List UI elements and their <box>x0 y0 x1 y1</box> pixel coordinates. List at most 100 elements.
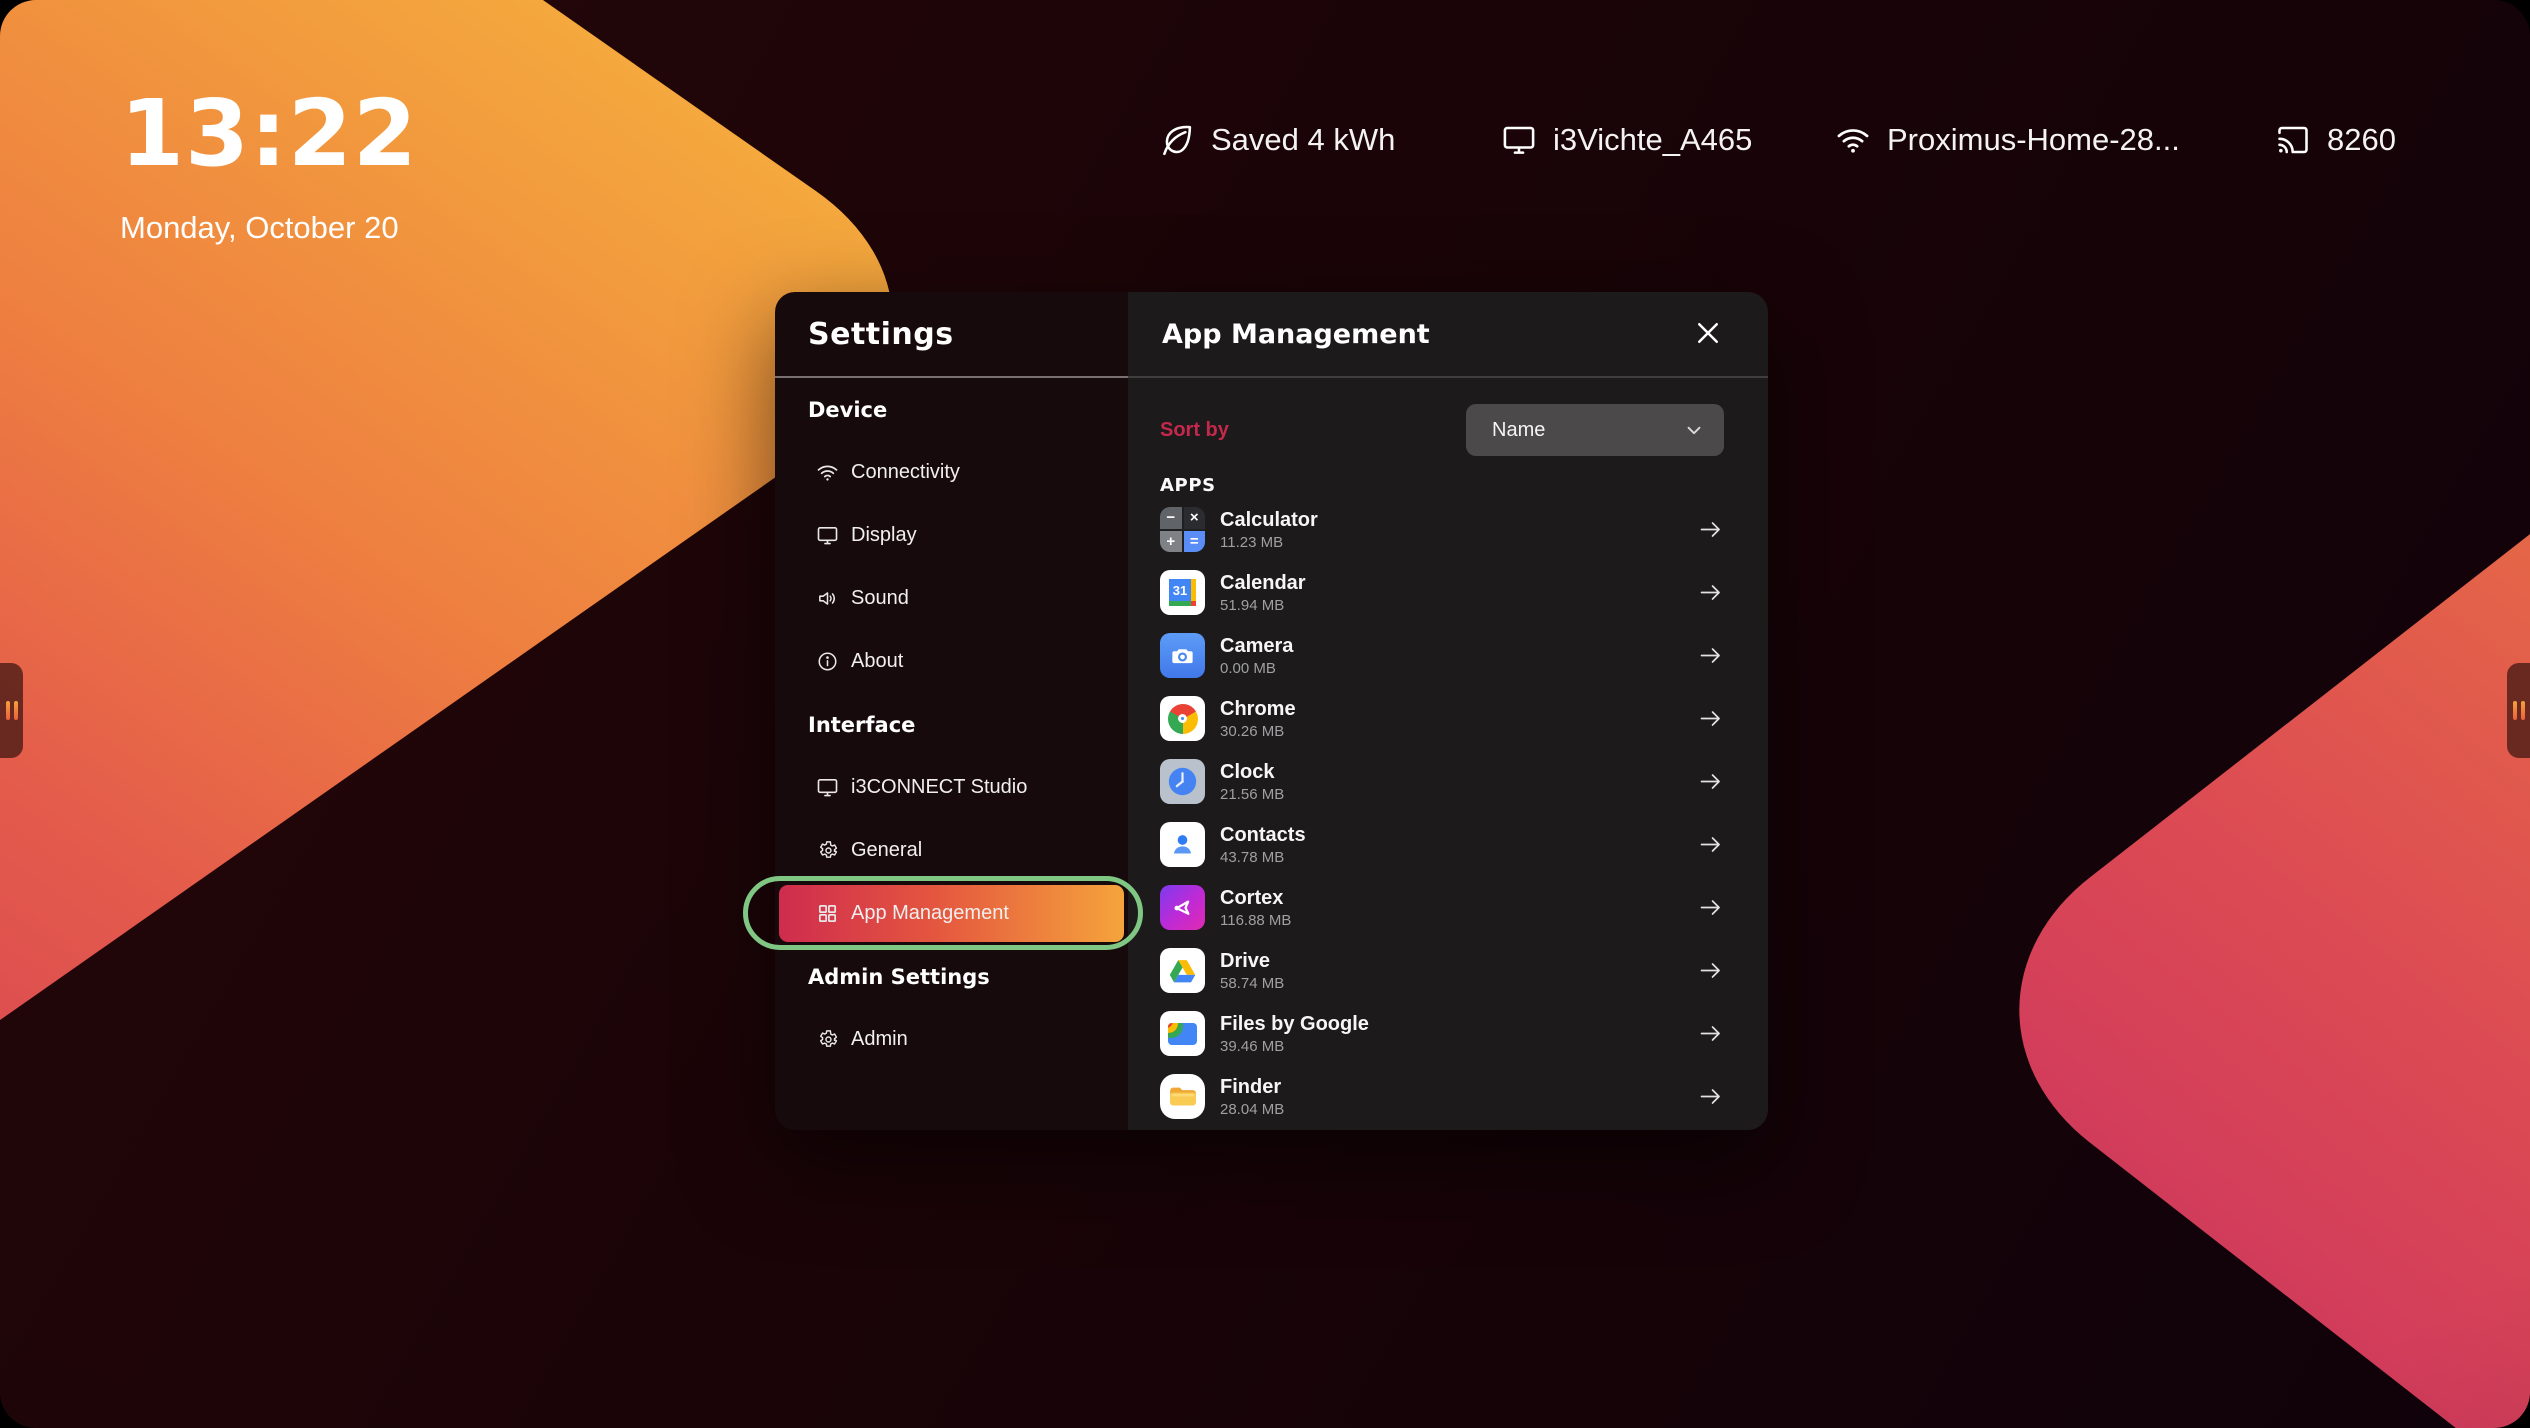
app-size: 43.78 MB <box>1220 850 1306 865</box>
display-icon <box>1500 121 1538 159</box>
sidebar-item-general[interactable]: General <box>775 819 1128 882</box>
chevron-down-icon <box>1682 418 1706 442</box>
sound-icon <box>815 587 839 611</box>
app-meta: Calendar 51.94 MB <box>1220 572 1306 613</box>
arrow-right-icon[interactable] <box>1696 705 1724 733</box>
sidebar-item-display[interactable]: Display <box>775 504 1128 567</box>
sort-dropdown[interactable]: Name <box>1466 404 1724 456</box>
grid-icon <box>815 902 839 926</box>
sidebar-item-sound[interactable]: Sound <box>775 567 1128 630</box>
sidebar-section-admin-settings: Admin Settings <box>775 945 1128 1008</box>
sidebar-item-label: Display <box>851 524 917 547</box>
app-name: Calendar <box>1220 572 1306 594</box>
clock-widget: 13:22 Monday, October 20 <box>120 88 418 246</box>
eco-leaf-icon <box>1158 121 1196 159</box>
app-meta: Clock21.56 MB <box>1220 761 1284 802</box>
app-size: 116.88 MB <box>1220 913 1291 928</box>
app-name: Drive <box>1220 950 1284 972</box>
calculator-app-icon: −×+= <box>1160 507 1205 552</box>
app-name: Chrome <box>1220 698 1296 720</box>
arrow-right-icon[interactable] <box>1696 579 1724 607</box>
app-meta: Drive 58.74 MB <box>1220 950 1284 991</box>
files-app-icon <box>1160 1011 1205 1056</box>
app-meta: Finder 28.04 MB <box>1220 1076 1284 1117</box>
sidebar-item-label: Sound <box>851 587 909 610</box>
app-size: 30.26 MB <box>1220 724 1296 739</box>
close-button[interactable] <box>1686 312 1730 356</box>
status-energy-saved[interactable]: Saved 4 kWh <box>1158 116 1395 164</box>
arrow-right-icon[interactable] <box>1696 516 1724 544</box>
app-size: 58.74 MB <box>1220 976 1284 991</box>
right-edge-pull-handle[interactable] <box>2507 663 2530 758</box>
app-name: Contacts <box>1220 824 1306 846</box>
sidebar-item-connectivity[interactable]: Connectivity <box>775 441 1128 504</box>
app-row-camera[interactable]: Camera0.00 MB <box>1160 624 1724 687</box>
app-row-calculator[interactable]: −×+= Calculator11.23 MB <box>1160 498 1724 561</box>
gear-icon <box>815 1028 839 1052</box>
sidebar-section-device: Device <box>775 378 1128 441</box>
camera-app-icon <box>1160 633 1205 678</box>
wifi-icon <box>815 461 839 485</box>
sidebar-item-label: Connectivity <box>851 461 960 484</box>
settings-dialog: Settings Device Connectivity Display Sound A… <box>775 292 1768 1130</box>
finder-app-icon <box>1160 1074 1205 1119</box>
app-row-cortex[interactable]: Cortex116.88 MB <box>1160 876 1724 939</box>
settings-nav-header: Settings <box>775 292 1128 378</box>
app-row-files-by-google[interactable]: Files by Google39.46 MB <box>1160 1002 1724 1065</box>
app-meta: Camera0.00 MB <box>1220 635 1293 676</box>
sidebar-item-label: About <box>851 650 903 673</box>
drive-app-icon <box>1160 948 1205 993</box>
sidebar-item-label: i3CONNECT Studio <box>851 776 1027 799</box>
app-size: 0.00 MB <box>1220 661 1293 676</box>
gear-icon <box>815 839 839 863</box>
sidebar-item-admin[interactable]: Admin <box>775 1008 1128 1071</box>
sidebar-item-i3connect-studio[interactable]: i3CONNECT Studio <box>775 756 1128 819</box>
calendar-app-icon: 31 <box>1160 570 1205 615</box>
app-meta: Contacts 43.78 MB <box>1220 824 1306 865</box>
app-row-calendar[interactable]: 31 Calendar 51.94 MB <box>1160 561 1724 624</box>
app-meta: Cortex116.88 MB <box>1220 887 1291 928</box>
sidebar-item-app-management[interactable]: App Management <box>779 885 1124 942</box>
cast-icon <box>2274 121 2312 159</box>
sidebar-item-about[interactable]: About <box>775 630 1128 693</box>
arrow-right-icon[interactable] <box>1696 642 1724 670</box>
app-row-chrome[interactable]: Chrome 30.26 MB <box>1160 687 1724 750</box>
left-edge-pull-handle[interactable] <box>0 663 23 758</box>
clock-date: Monday, October 20 <box>120 210 418 246</box>
settings-title: Settings <box>775 317 954 352</box>
app-name: Clock <box>1220 761 1284 783</box>
status-device-label: i3Vichte_A465 <box>1553 122 1752 158</box>
app-meta: Calculator11.23 MB <box>1220 509 1318 550</box>
status-energy-label: Saved 4 kWh <box>1211 122 1395 158</box>
status-wifi-network[interactable]: Proximus-Home-28... <box>1834 116 2180 164</box>
app-row-clock[interactable]: Clock21.56 MB <box>1160 750 1724 813</box>
arrow-right-icon[interactable] <box>1696 768 1724 796</box>
app-row-drive[interactable]: Drive 58.74 MB <box>1160 939 1724 1002</box>
arrow-right-icon[interactable] <box>1696 831 1724 859</box>
settings-nav-panel: Settings Device Connectivity Display Sound A… <box>775 292 1128 1130</box>
app-size: 28.04 MB <box>1220 1102 1284 1117</box>
arrow-right-icon[interactable] <box>1696 1020 1724 1048</box>
app-row-contacts[interactable]: Contacts 43.78 MB <box>1160 813 1724 876</box>
status-cast-code[interactable]: 8260 <box>2274 116 2396 164</box>
app-name: Finder <box>1220 1076 1284 1098</box>
app-management-panel: App Management Sort by Name APPS −×+=Cal… <box>1128 292 1768 1130</box>
arrow-right-icon[interactable] <box>1696 1083 1724 1111</box>
app-size: 51.94 MB <box>1220 598 1306 613</box>
arrow-right-icon[interactable] <box>1696 894 1724 922</box>
app-row-finder[interactable]: Finder 28.04 MB <box>1160 1065 1724 1128</box>
sort-dropdown-value: Name <box>1492 419 1545 442</box>
clock-app-icon <box>1160 759 1205 804</box>
app-management-header: App Management <box>1128 292 1768 378</box>
app-meta: Files by Google39.46 MB <box>1220 1013 1369 1054</box>
sidebar-item-label: General <box>851 839 922 862</box>
arrow-right-icon[interactable] <box>1696 957 1724 985</box>
status-cast-label: 8260 <box>2327 122 2396 158</box>
settings-nav-list: Device Connectivity Display Sound About Inter… <box>775 378 1128 1071</box>
page-title: App Management <box>1128 319 1430 350</box>
status-device-name[interactable]: i3Vichte_A465 <box>1500 116 1752 164</box>
app-name: Calculator <box>1220 509 1318 531</box>
sidebar-section-interface: Interface <box>775 693 1128 756</box>
app-name: Files by Google <box>1220 1013 1369 1035</box>
clock-time: 13:22 <box>120 88 418 180</box>
